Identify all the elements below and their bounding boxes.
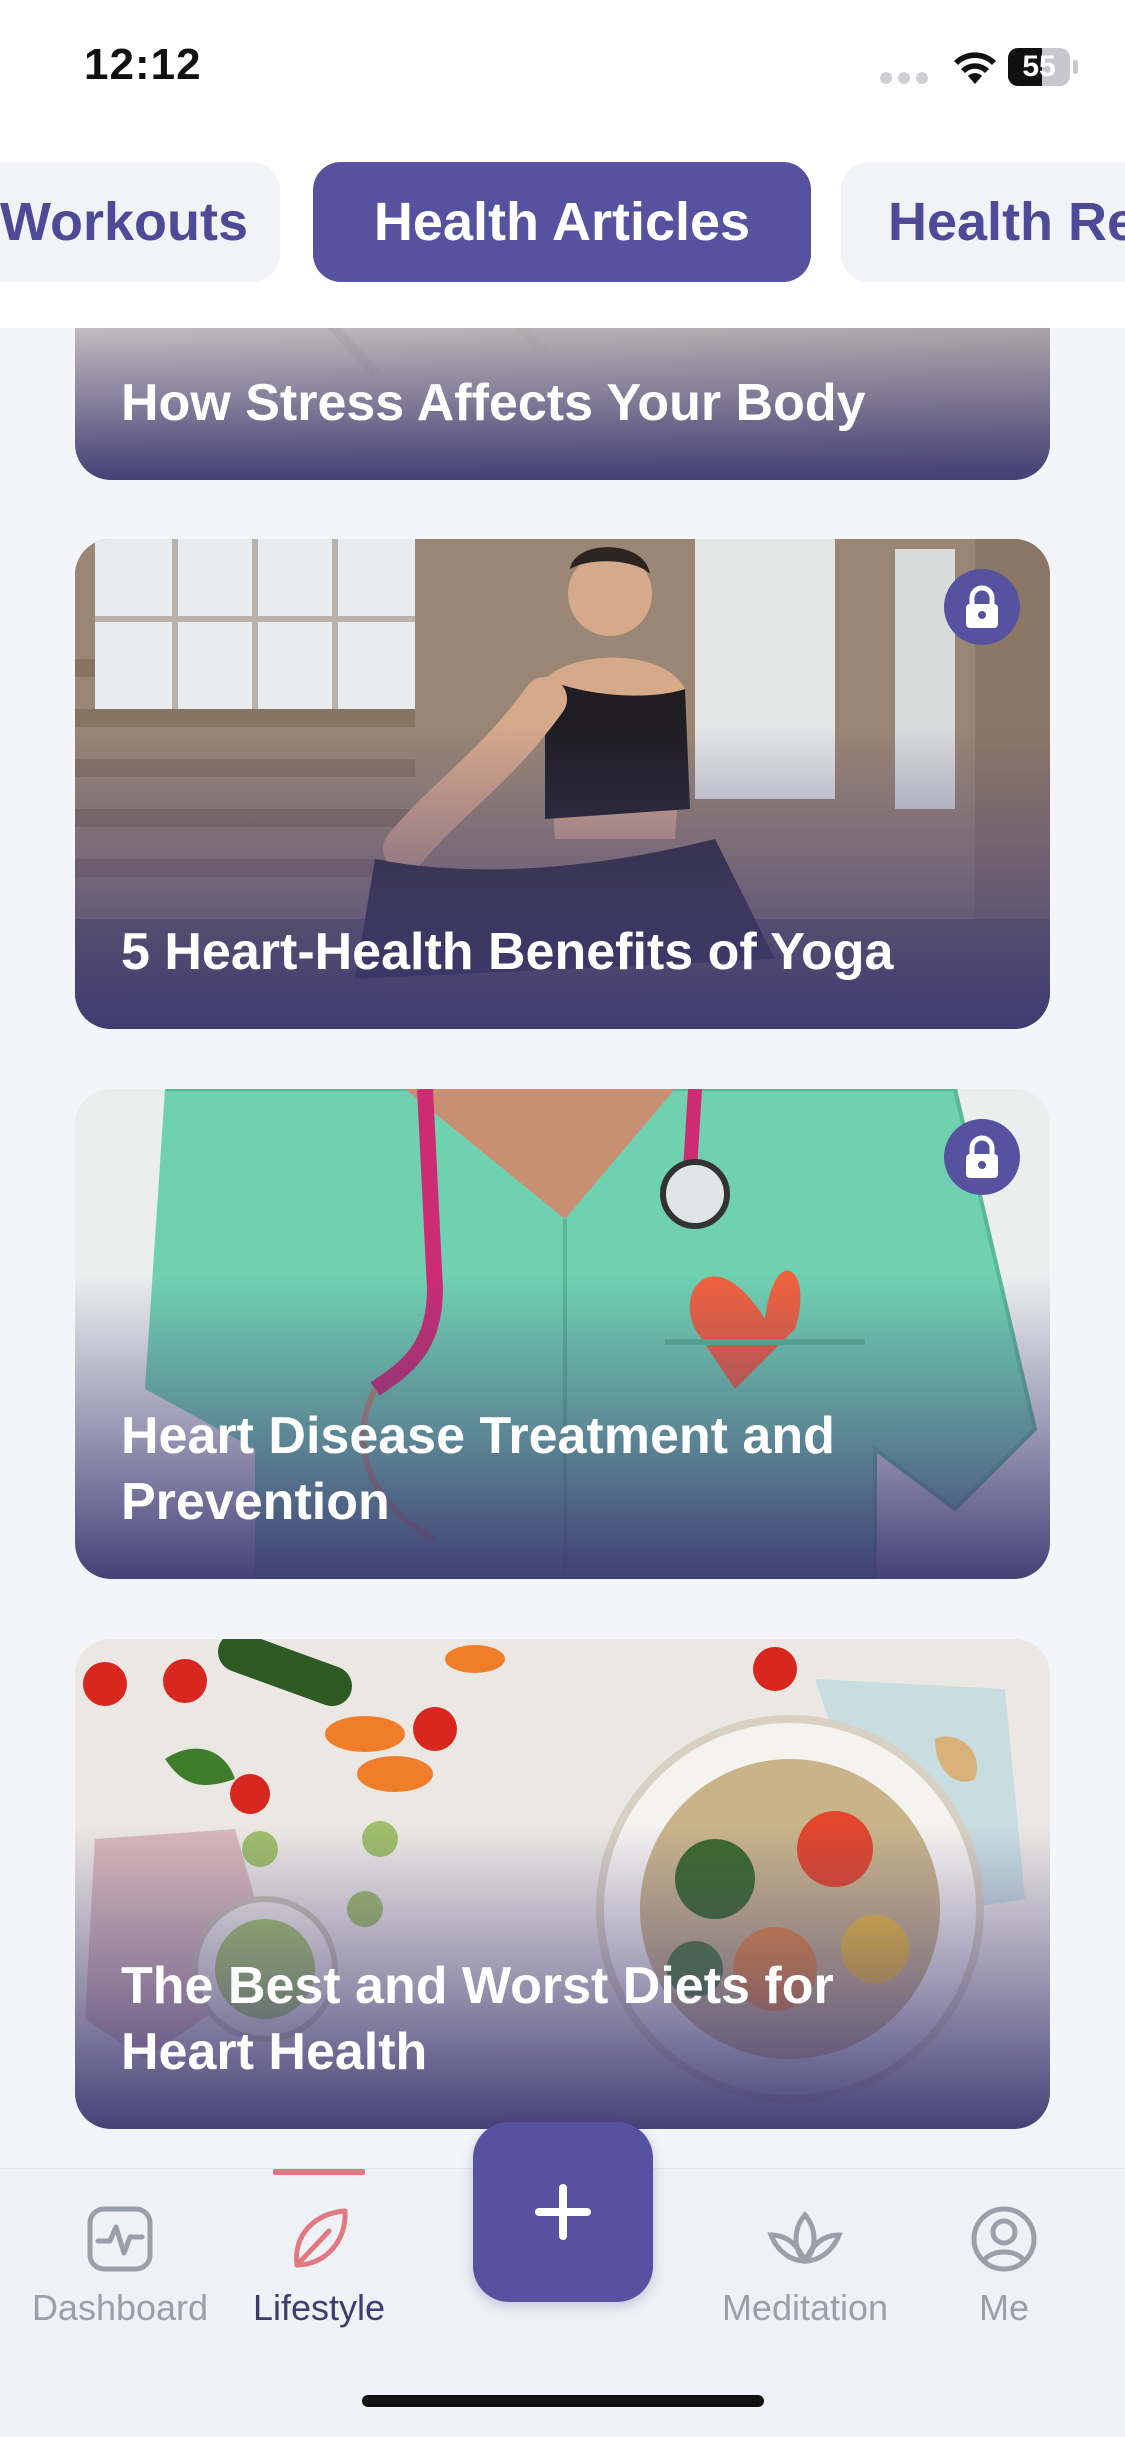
article-title: Heart Disease Treatment and Prevention [121, 1407, 835, 1531]
status-bar: 12:12 55 [0, 0, 1125, 140]
status-time: 12:12 [84, 40, 202, 89]
tab-workouts[interactable]: Workouts [0, 162, 280, 282]
wifi-icon [954, 52, 996, 84]
nav-label: Meditation [721, 2287, 889, 2328]
article-title: The Best and Worst Diets for Heart Healt… [121, 1957, 834, 2081]
article-title: How Stress Affects Your Body [121, 374, 866, 432]
dashboard-icon [87, 2206, 153, 2272]
add-button[interactable] [473, 2122, 653, 2302]
cellular-signal-icon [880, 58, 944, 84]
article-list[interactable]: How Stress Affects Your Body 5 Heart-Hea… [0, 328, 1125, 2168]
user-icon [971, 2206, 1037, 2272]
active-tab-indicator [273, 2169, 365, 2175]
nav-lifestyle[interactable]: Lifestyle [219, 2205, 419, 2329]
nav-meditation[interactable]: Meditation [705, 2205, 905, 2329]
battery-tip [1073, 60, 1078, 74]
nav-label: Dashboard [31, 2287, 209, 2328]
plus-icon [535, 2184, 591, 2240]
nav-me[interactable]: Me [904, 2205, 1104, 2329]
leaf-icon [294, 2208, 348, 2268]
lock-icon [944, 1119, 1020, 1195]
battery-icon: 55 [1008, 48, 1070, 86]
tab-health-articles[interactable]: Health Articles [313, 162, 811, 282]
home-indicator[interactable] [362, 2395, 764, 2407]
battery-level: 55 [1022, 50, 1056, 83]
category-tabs: Workouts Health Articles Health Records [0, 140, 1125, 328]
nav-label: Me [978, 2287, 1029, 2328]
article-card-heart-disease[interactable]: Heart Disease Treatment and Prevention [75, 1089, 1050, 1579]
article-title: 5 Heart-Health Benefits of Yoga [121, 923, 894, 981]
lock-icon [944, 569, 1020, 645]
nav-label: Lifestyle [252, 2287, 386, 2328]
lotus-icon [767, 2211, 843, 2265]
article-card-stress[interactable]: How Stress Affects Your Body [75, 328, 1050, 480]
article-card-yoga[interactable]: 5 Heart-Health Benefits of Yoga [75, 539, 1050, 1029]
nav-dashboard[interactable]: Dashboard [20, 2205, 220, 2329]
tab-health-records[interactable]: Health Records [841, 162, 1125, 282]
article-card-diets[interactable]: The Best and Worst Diets for Heart Healt… [75, 1639, 1050, 2129]
